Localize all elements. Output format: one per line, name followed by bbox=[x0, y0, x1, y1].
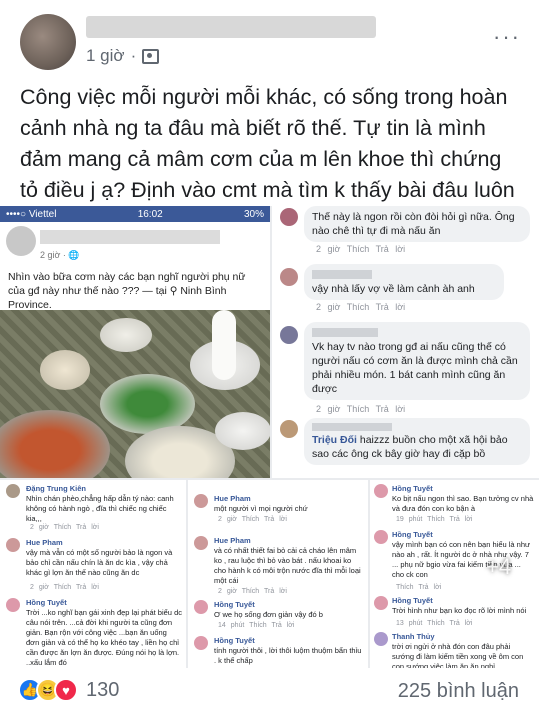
post-image-collage[interactable]: ••••○ Viettel 16:02 30% 2 giờ · 🌐 Nhìn v… bbox=[0, 206, 539, 668]
avatar bbox=[6, 538, 20, 552]
avatar bbox=[374, 530, 388, 544]
comment: Hue Pham vậy mà vẫn có một số người bảo … bbox=[26, 538, 173, 577]
food-photo bbox=[0, 310, 270, 478]
avatar bbox=[6, 598, 20, 612]
comment: Hồng Tuyết Trời ...ko nghĩ bạn gái xinh … bbox=[26, 598, 182, 667]
avatar bbox=[374, 632, 388, 646]
post-time[interactable]: 1 giờ bbox=[86, 46, 125, 66]
avatar bbox=[374, 484, 388, 498]
screenshot-food-post: ••••○ Viettel 16:02 30% 2 giờ · 🌐 Nhìn v… bbox=[0, 206, 270, 478]
comment-actions[interactable]: 14 phút Thích Trả lời bbox=[218, 622, 294, 629]
comment: Hue Pham một người vì mọi người chứ bbox=[214, 494, 308, 513]
avatar bbox=[6, 226, 36, 256]
phone-status-bar: ••••○ Viettel 16:02 30% bbox=[0, 206, 270, 222]
comment-actions[interactable]: 2 giờ Thích Trả lời bbox=[316, 404, 405, 414]
post-time: 2 giờ · 🌐 bbox=[40, 250, 80, 260]
screenshot-post-text: Nhìn vào bữa cơm này các bạn nghĩ người … bbox=[8, 271, 246, 311]
avatar bbox=[194, 636, 208, 650]
comment-actions[interactable]: 2 giờ Thích Trả lời bbox=[30, 524, 99, 531]
author-avatar[interactable] bbox=[20, 14, 76, 70]
comment-actions[interactable]: 2 giờ Thích Trả lời bbox=[316, 302, 405, 312]
screenshot-comments-top: Thế này là ngon rồi còn đòi hỏi gì nữa. … bbox=[272, 206, 539, 478]
comment-bubble: Thế này là ngon rồi còn đòi hỏi gì nữa. … bbox=[304, 206, 530, 242]
comment-actions[interactable]: 2 giờ Thích Trả lời bbox=[218, 588, 287, 595]
avatar bbox=[194, 494, 208, 508]
avatar bbox=[280, 208, 298, 226]
comment: Hồng Tuyết tính người thôi , lời thôi lu… bbox=[214, 636, 362, 665]
comment-count[interactable]: 225 bình luận bbox=[398, 680, 519, 703]
post-header: 1 giờ · ··· bbox=[0, 0, 539, 80]
comment-actions[interactable]: 13 phút Thích Trả lời bbox=[396, 620, 472, 627]
commenter-name-blurred bbox=[312, 423, 392, 431]
comment: Hồng Tuyết Trời hình như bạn ko đọc rõ l… bbox=[392, 596, 527, 615]
avatar bbox=[280, 326, 298, 344]
comment-bubble: vậy nhà lấy vợ về làm cảnh àh anh bbox=[304, 264, 504, 300]
comment: Đặng Trung Kiên Nhìn chán phèo,chẳng hấp… bbox=[26, 484, 174, 523]
author-name-blurred bbox=[40, 230, 220, 244]
comment-actions[interactable]: 2 giờ Thích Trả lời bbox=[316, 244, 405, 254]
screenshot-comments-middle: Hue Pham một người vì mọi người chứ 2 gi… bbox=[188, 480, 368, 668]
love-reaction-icon: ♥ bbox=[54, 678, 78, 702]
comment-actions[interactable]: 19 phút Thích Trả lời bbox=[396, 516, 472, 523]
commenter-name-blurred bbox=[312, 328, 378, 337]
avatar bbox=[280, 268, 298, 286]
avatar bbox=[280, 420, 298, 438]
comment-actions[interactable]: 2 giờ Thích Trả lời bbox=[30, 584, 99, 591]
battery-label: 30% bbox=[243, 208, 264, 220]
comment: Thanh Thủy trời ơi ngửi ở nhà đón con đâ… bbox=[392, 632, 524, 668]
comment-actions[interactable]: Thích Trả lời bbox=[396, 584, 441, 591]
comment: Hue Pham và có nhất thiết fai bỏ cải cả … bbox=[214, 536, 361, 585]
comment: Hồng Tuyết Ko bịt nấu ngon thì sao. Bạn … bbox=[392, 484, 534, 513]
post-meta: 1 giờ · bbox=[86, 46, 160, 66]
clock-label: 16:02 bbox=[137, 208, 163, 220]
more-options-icon[interactable]: ··· bbox=[493, 24, 521, 50]
reaction-count[interactable]: 130 bbox=[86, 679, 119, 702]
author-name-blurred[interactable] bbox=[86, 16, 376, 38]
friends-privacy-icon[interactable] bbox=[142, 48, 160, 64]
comment: Hồng Tuyết Ơ we họ sống đơn giản vậy đó … bbox=[214, 600, 323, 619]
commenter-name-blurred bbox=[312, 270, 372, 279]
post-footer: 👍 😆 ♥ 130 225 bình luận bbox=[0, 668, 539, 715]
more-images-badge[interactable]: +4 bbox=[486, 554, 511, 580]
comment-actions[interactable]: 2 giờ Thích Trả lời bbox=[218, 516, 287, 523]
avatar bbox=[194, 600, 208, 614]
comment-bubble: Triệu Đối haizzz buồn cho một xã hội bảo… bbox=[304, 418, 530, 465]
avatar bbox=[6, 484, 20, 498]
avatar bbox=[374, 596, 388, 610]
comment-bubble: Vk hay tv nào trong gđ ai nấu cũng thế c… bbox=[304, 322, 530, 400]
screenshot-comments-right: Hồng Tuyết Ko bịt nấu ngon thì sao. Bạn … bbox=[370, 480, 539, 668]
comment: Hồng Tuyết vậy mình bạn có con nên bạn h… bbox=[392, 530, 531, 579]
carrier-label: ••••○ Viettel bbox=[6, 208, 57, 220]
avatar bbox=[194, 536, 208, 550]
reactions-summary[interactable]: 👍 😆 ♥ 130 bbox=[18, 678, 119, 702]
screenshot-comments-left: Đặng Trung Kiên Nhìn chán phèo,chẳng hấp… bbox=[0, 480, 186, 668]
